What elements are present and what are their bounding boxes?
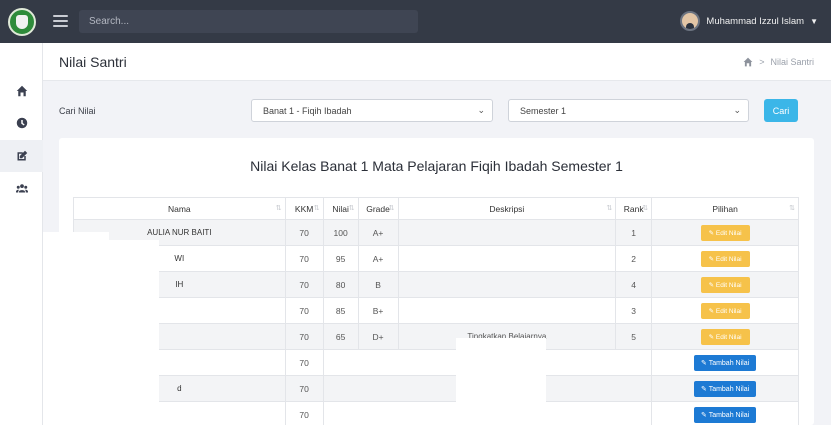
clock-icon	[16, 117, 27, 129]
cell-nilai: 95	[322, 245, 359, 272]
column-header-deskripsi[interactable]: Deskripsi ⇅	[397, 197, 617, 220]
column-header-nama[interactable]: Nama ⇅	[73, 197, 286, 220]
table-row: IH 70 80 B 4 Edit Nilai	[73, 271, 799, 298]
cell-pilihan: Edit Nilai	[651, 271, 799, 298]
edit-nilai-button[interactable]: Edit Nilai	[700, 224, 750, 241]
redaction-block	[456, 338, 546, 425]
cell-kkm: 70	[284, 323, 324, 350]
breadcrumb-separator: >	[759, 57, 765, 67]
cell-deskripsi	[397, 219, 617, 246]
logo-emblem	[7, 7, 36, 36]
cell-pilihan: Edit Nilai	[651, 245, 799, 272]
redaction-block	[109, 240, 159, 425]
cell-grade: A+	[357, 245, 399, 272]
avatar	[680, 11, 701, 31]
column-header-pilihan[interactable]: Pilihan ⇅	[651, 197, 799, 220]
cell-grade: B+	[357, 297, 399, 324]
cell-kkm: 70	[284, 245, 324, 272]
user-menu[interactable]: Muhammad Izzul Islam ▼	[680, 11, 818, 31]
tambah-nilai-button[interactable]: Tambah Nilai	[694, 406, 757, 423]
cell-rank: 3	[615, 297, 653, 324]
table-row: 70 N Tambah Nilai	[73, 349, 799, 376]
home-icon	[16, 85, 27, 97]
cell-grade: D+	[357, 323, 399, 350]
breadcrumb: > Nilai Santri	[743, 57, 814, 67]
top-navbar: Muhammad Izzul Islam ▼	[0, 0, 831, 43]
home-icon[interactable]	[743, 57, 753, 67]
cell-pilihan: Tambah Nilai	[651, 349, 799, 376]
user-name: Muhammad Izzul Islam	[706, 15, 805, 27]
users-icon	[15, 184, 28, 193]
sidebar-item-history[interactable]	[0, 107, 43, 139]
grades-table: Nama ⇅ KKM ⇅ Nilai ⇅ Grade ⇅ Deskripsi ⇅ Rank…	[73, 197, 799, 425]
page-title: Nilai Santri	[59, 54, 127, 70]
search-input[interactable]	[79, 10, 418, 33]
semester-select[interactable]: Semester 1 ⌄	[508, 99, 749, 122]
cell-kkm: 70	[284, 349, 324, 376]
cell-grade: B	[357, 271, 399, 298]
table-row: 70 85 B+ 3 Edit Nilai	[73, 297, 799, 324]
table-row: 70 65 D+ Tingkatkan Belajarnya 5 Edit Ni…	[73, 323, 799, 350]
cell-nilai: 100	[322, 219, 359, 246]
table-title: Nilai Kelas Banat 1 Mata Pelajaran Fiqih…	[250, 158, 623, 174]
column-header-kkm[interactable]: KKM ⇅	[284, 197, 324, 220]
cell-nilai: 85	[322, 297, 359, 324]
sidebar-item-home[interactable]	[0, 75, 43, 107]
cell-nilai: 65	[322, 323, 359, 350]
cell-pilihan: Tambah Nilai	[651, 401, 799, 425]
cell-pilihan: Edit Nilai	[651, 323, 799, 350]
breadcrumb-current: Nilai Santri	[770, 57, 814, 67]
cell-nilai: 80	[322, 271, 359, 298]
semester-value: Semester 1	[520, 106, 567, 116]
cell-deskripsi	[397, 245, 617, 272]
column-header-rank[interactable]: Rank ⇅	[615, 197, 653, 220]
class-subject-value: Banat 1 - Fiqih Ibadah	[263, 106, 352, 116]
cell-kkm: 70	[284, 375, 324, 402]
table-header-row: Nama ⇅ KKM ⇅ Nilai ⇅ Grade ⇅ Deskripsi ⇅ Rank…	[73, 197, 799, 220]
filter-label: Cari Nilai	[59, 106, 96, 116]
edit-nilai-button[interactable]: Edit Nilai	[700, 276, 750, 293]
sidebar-item-users[interactable]	[0, 172, 43, 204]
cell-pilihan: Edit Nilai	[651, 297, 799, 324]
cell-pilihan: Tambah Nilai	[651, 375, 799, 402]
column-header-nilai[interactable]: Nilai ⇅	[322, 197, 359, 220]
cell-deskripsi	[397, 297, 617, 324]
cell-rank: 2	[615, 245, 653, 272]
search-button[interactable]: Cari	[764, 99, 798, 122]
cell-kkm: 70	[284, 219, 324, 246]
edit-nilai-button[interactable]: Edit Nilai	[700, 250, 750, 267]
edit-nilai-button[interactable]: Edit Nilai	[700, 302, 750, 319]
column-header-grade[interactable]: Grade ⇅	[357, 197, 399, 220]
cell-kkm: 70	[284, 401, 324, 425]
cell-grade: A+	[357, 219, 399, 246]
chevron-down-icon: ⌄	[733, 105, 741, 115]
sidebar-item-nilai[interactable]	[0, 140, 43, 172]
page-header: Nilai Santri > Nilai Santri	[43, 43, 831, 81]
cell-rank: 1	[615, 219, 653, 246]
cell-rank: 5	[615, 323, 653, 350]
table-row: d 70 N Tambah Nilai	[73, 375, 799, 402]
results-card: Nilai Kelas Banat 1 Mata Pelajaran Fiqih…	[59, 138, 814, 425]
cell-deskripsi	[397, 271, 617, 298]
app-logo[interactable]	[0, 0, 43, 43]
tambah-nilai-button[interactable]: Tambah Nilai	[694, 380, 757, 397]
edit-icon	[17, 150, 27, 161]
cell-rank: 4	[615, 271, 653, 298]
menu-toggle-icon[interactable]	[53, 15, 68, 27]
cell-kkm: 70	[284, 297, 324, 324]
class-subject-select[interactable]: Banat 1 - Fiqih Ibadah ⌄	[251, 99, 493, 122]
redaction-block	[43, 232, 109, 425]
sidebar	[0, 43, 43, 425]
table-row: AULIA NUR BAITI 70 100 A+ 1 Edit Nilai	[73, 219, 799, 246]
chevron-down-icon: ⌄	[477, 105, 485, 115]
chevron-down-icon: ▼	[810, 16, 818, 26]
tambah-nilai-button[interactable]: Tambah Nilai	[694, 354, 757, 371]
cell-pilihan: Edit Nilai	[651, 219, 799, 246]
table-row: 70 N Tambah Nilai	[73, 401, 799, 425]
table-row: WI 70 95 A+ 2 Edit Nilai	[73, 245, 799, 272]
cell-kkm: 70	[284, 271, 324, 298]
edit-nilai-button[interactable]: Edit Nilai	[700, 328, 750, 345]
